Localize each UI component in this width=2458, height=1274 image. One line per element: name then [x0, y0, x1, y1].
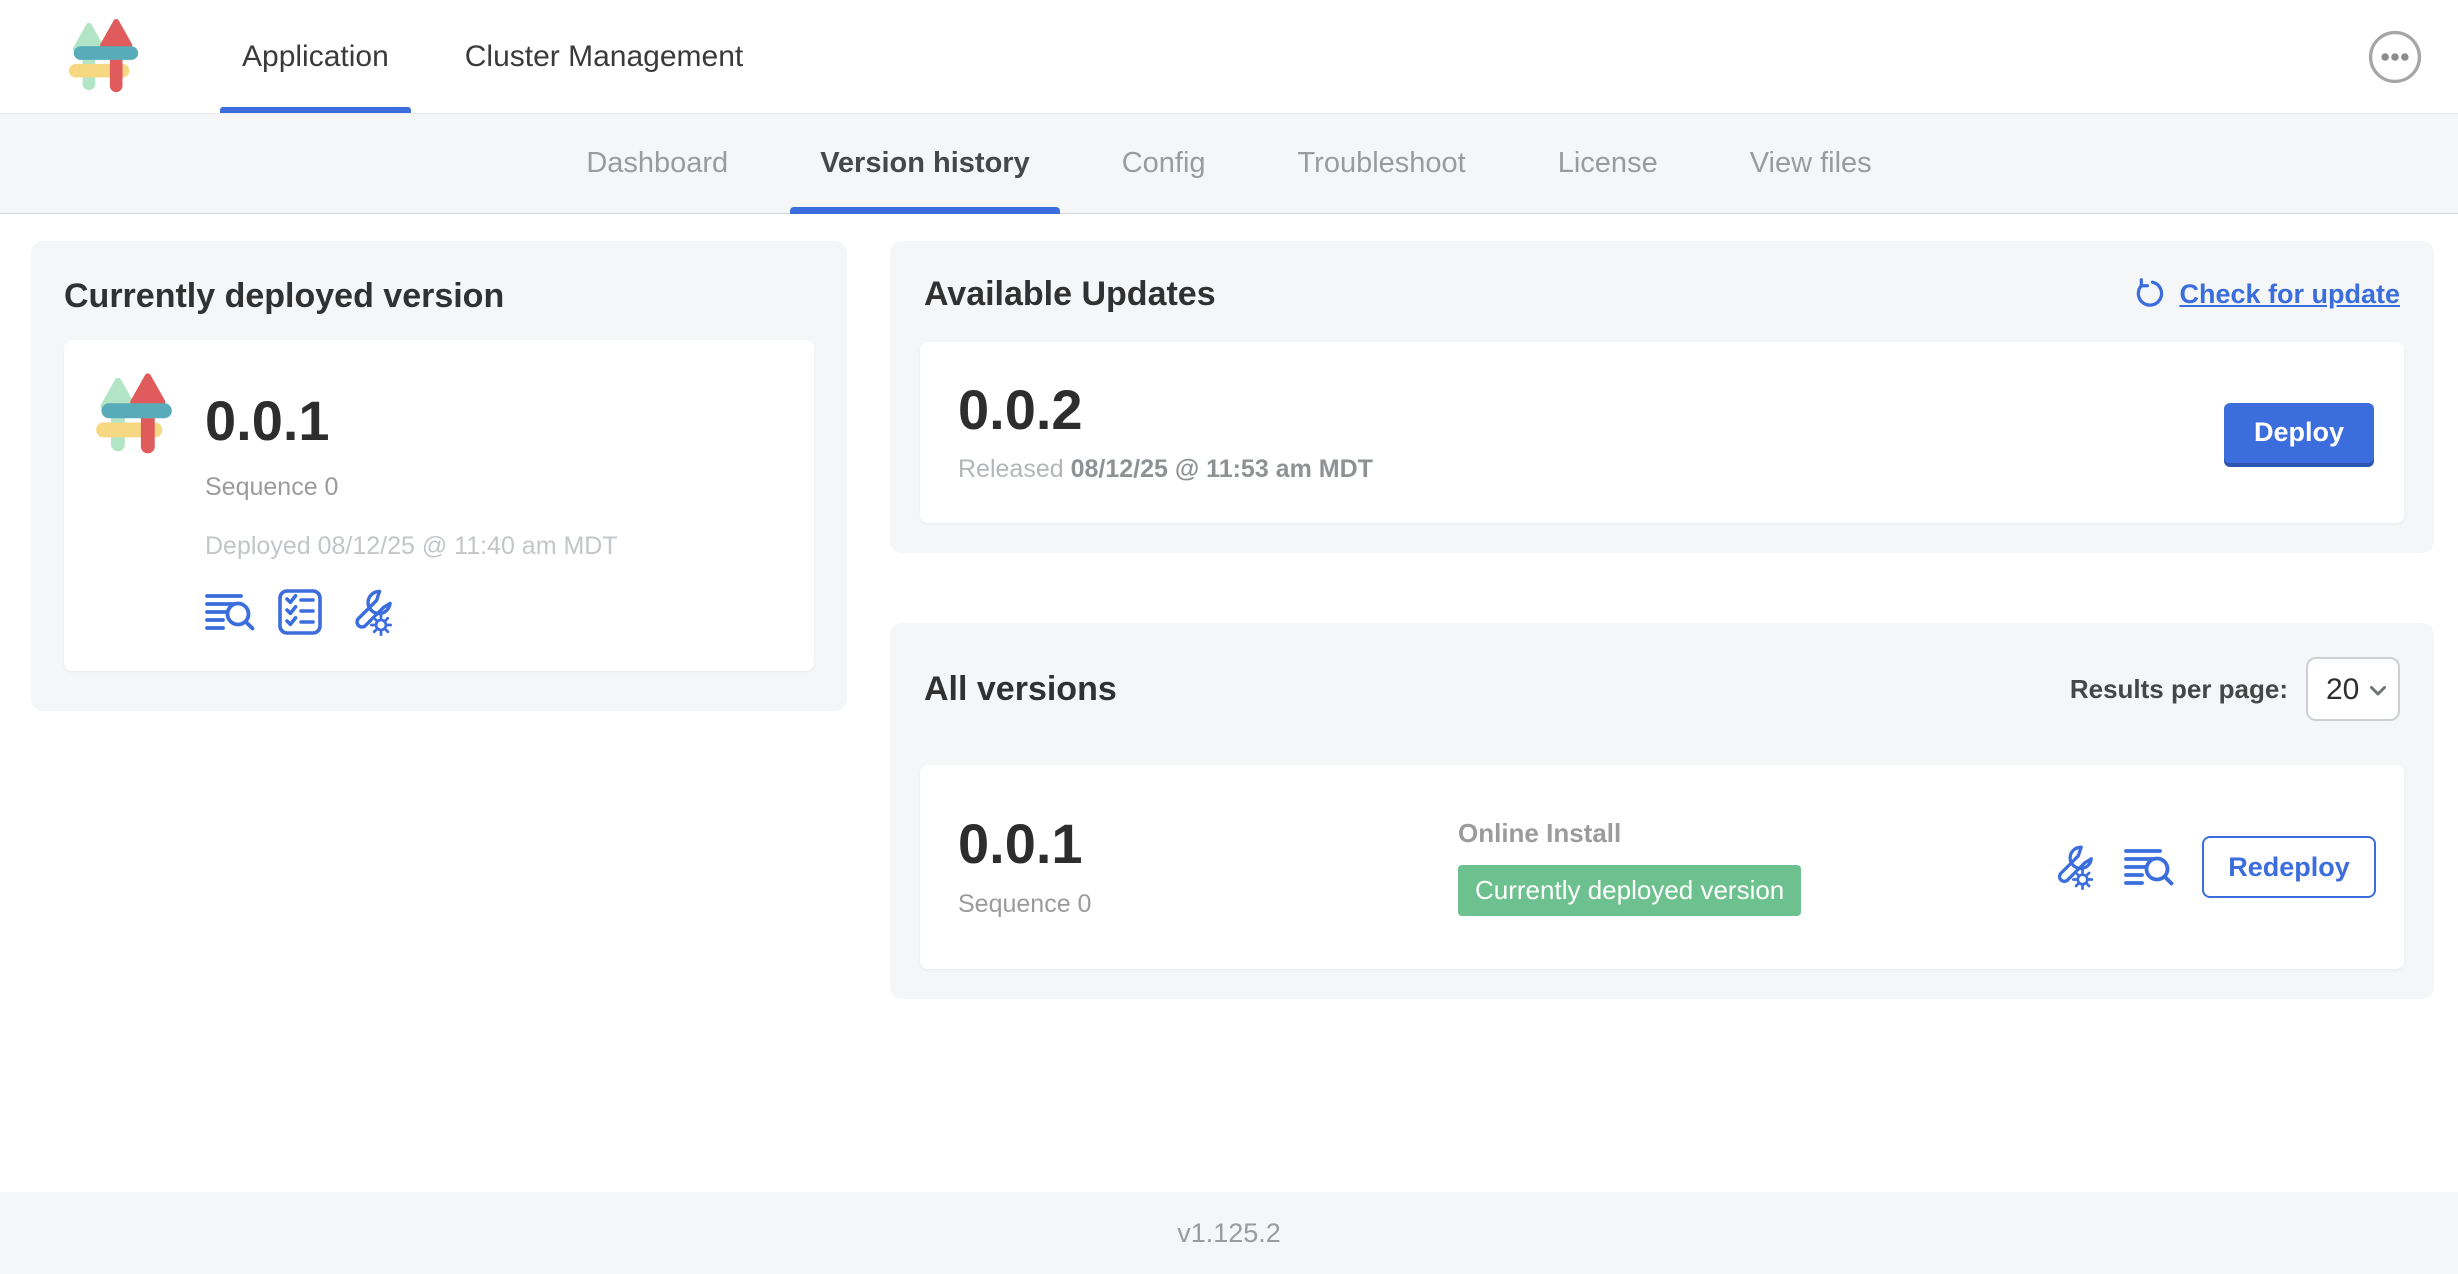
- config-wrench-icon[interactable]: [345, 587, 395, 637]
- subnav-dashboard[interactable]: Dashboard: [540, 114, 774, 213]
- app-header: Application Cluster Management: [0, 0, 2458, 113]
- deployed-version-number: 0.0.1: [205, 392, 618, 451]
- results-per-page-select-wrap: 20: [2306, 657, 2400, 721]
- ellipsis-menu-icon[interactable]: [2368, 30, 2422, 84]
- row-version-number: 0.0.1: [958, 815, 1458, 874]
- refresh-icon: [2133, 278, 2167, 312]
- currently-deployed-badge: Currently deployed version: [1458, 865, 1801, 916]
- top-tabs: Application Cluster Management: [204, 0, 781, 113]
- version-row: 0.0.1 Sequence 0 Online Install Currentl…: [920, 765, 2404, 969]
- subnav-view-files[interactable]: View files: [1704, 114, 1918, 213]
- redeploy-button[interactable]: Redeploy: [2202, 836, 2376, 898]
- app-footer: v1.125.2: [0, 1192, 2458, 1274]
- app-subnav: Dashboard Version history Config Trouble…: [0, 113, 2458, 214]
- deployed-timestamp: Deployed 08/12/25 @ 11:40 am MDT: [205, 532, 618, 561]
- right-column: Available Updates Check for update 0.0.2: [890, 241, 2434, 999]
- preflight-checklist-icon[interactable]: [277, 588, 323, 636]
- tab-cluster-management[interactable]: Cluster Management: [427, 0, 781, 113]
- deployed-card-title: Currently deployed version: [64, 277, 814, 316]
- subnav-config[interactable]: Config: [1076, 114, 1252, 213]
- check-for-update-link[interactable]: Check for update: [2133, 278, 2400, 312]
- subnav-license[interactable]: License: [1512, 114, 1704, 213]
- all-versions-title: All versions: [924, 670, 1117, 709]
- logs-icon[interactable]: [2124, 846, 2174, 888]
- deployed-version-panel: 0.0.1 Sequence 0 Deployed 08/12/25 @ 11:…: [64, 340, 814, 671]
- subnav-troubleshoot[interactable]: Troubleshoot: [1252, 114, 1512, 213]
- available-updates-title: Available Updates: [924, 275, 1216, 314]
- results-per-page-label: Results per page:: [2070, 674, 2288, 705]
- deployed-action-icons: [205, 587, 618, 637]
- logs-icon[interactable]: [205, 591, 255, 633]
- subnav-version-history[interactable]: Version history: [774, 114, 1076, 213]
- available-update-row: 0.0.2 Released 08/12/25 @ 11:53 am MDT D…: [920, 342, 2404, 523]
- check-for-update-label: Check for update: [2179, 279, 2400, 310]
- deployed-sequence: Sequence 0: [205, 473, 618, 502]
- config-wrench-icon[interactable]: [2048, 843, 2096, 891]
- app-logo-icon: [66, 18, 142, 96]
- app-logo-icon: [94, 370, 175, 641]
- available-updates-card: Available Updates Check for update 0.0.2: [890, 241, 2434, 553]
- row-sequence: Sequence 0: [958, 890, 1458, 919]
- tab-application[interactable]: Application: [204, 0, 427, 113]
- update-version-number: 0.0.2: [958, 381, 1373, 440]
- released-label: Released: [958, 455, 1064, 483]
- released-date: 08/12/25 @ 11:53 am MDT: [1071, 455, 1373, 483]
- update-released-timestamp: Released 08/12/25 @ 11:53 am MDT: [958, 455, 1373, 484]
- all-versions-card: All versions Results per page: 20: [890, 623, 2434, 999]
- results-per-page-select[interactable]: 20: [2308, 659, 2398, 719]
- main-content: Currently deployed version 0.0.1 Sequenc…: [0, 214, 2458, 999]
- console-version: v1.125.2: [1177, 1218, 1281, 1249]
- currently-deployed-card: Currently deployed version 0.0.1 Sequenc…: [31, 241, 847, 711]
- deploy-button[interactable]: Deploy: [2224, 403, 2374, 463]
- row-install-type: Online Install: [1458, 818, 2048, 849]
